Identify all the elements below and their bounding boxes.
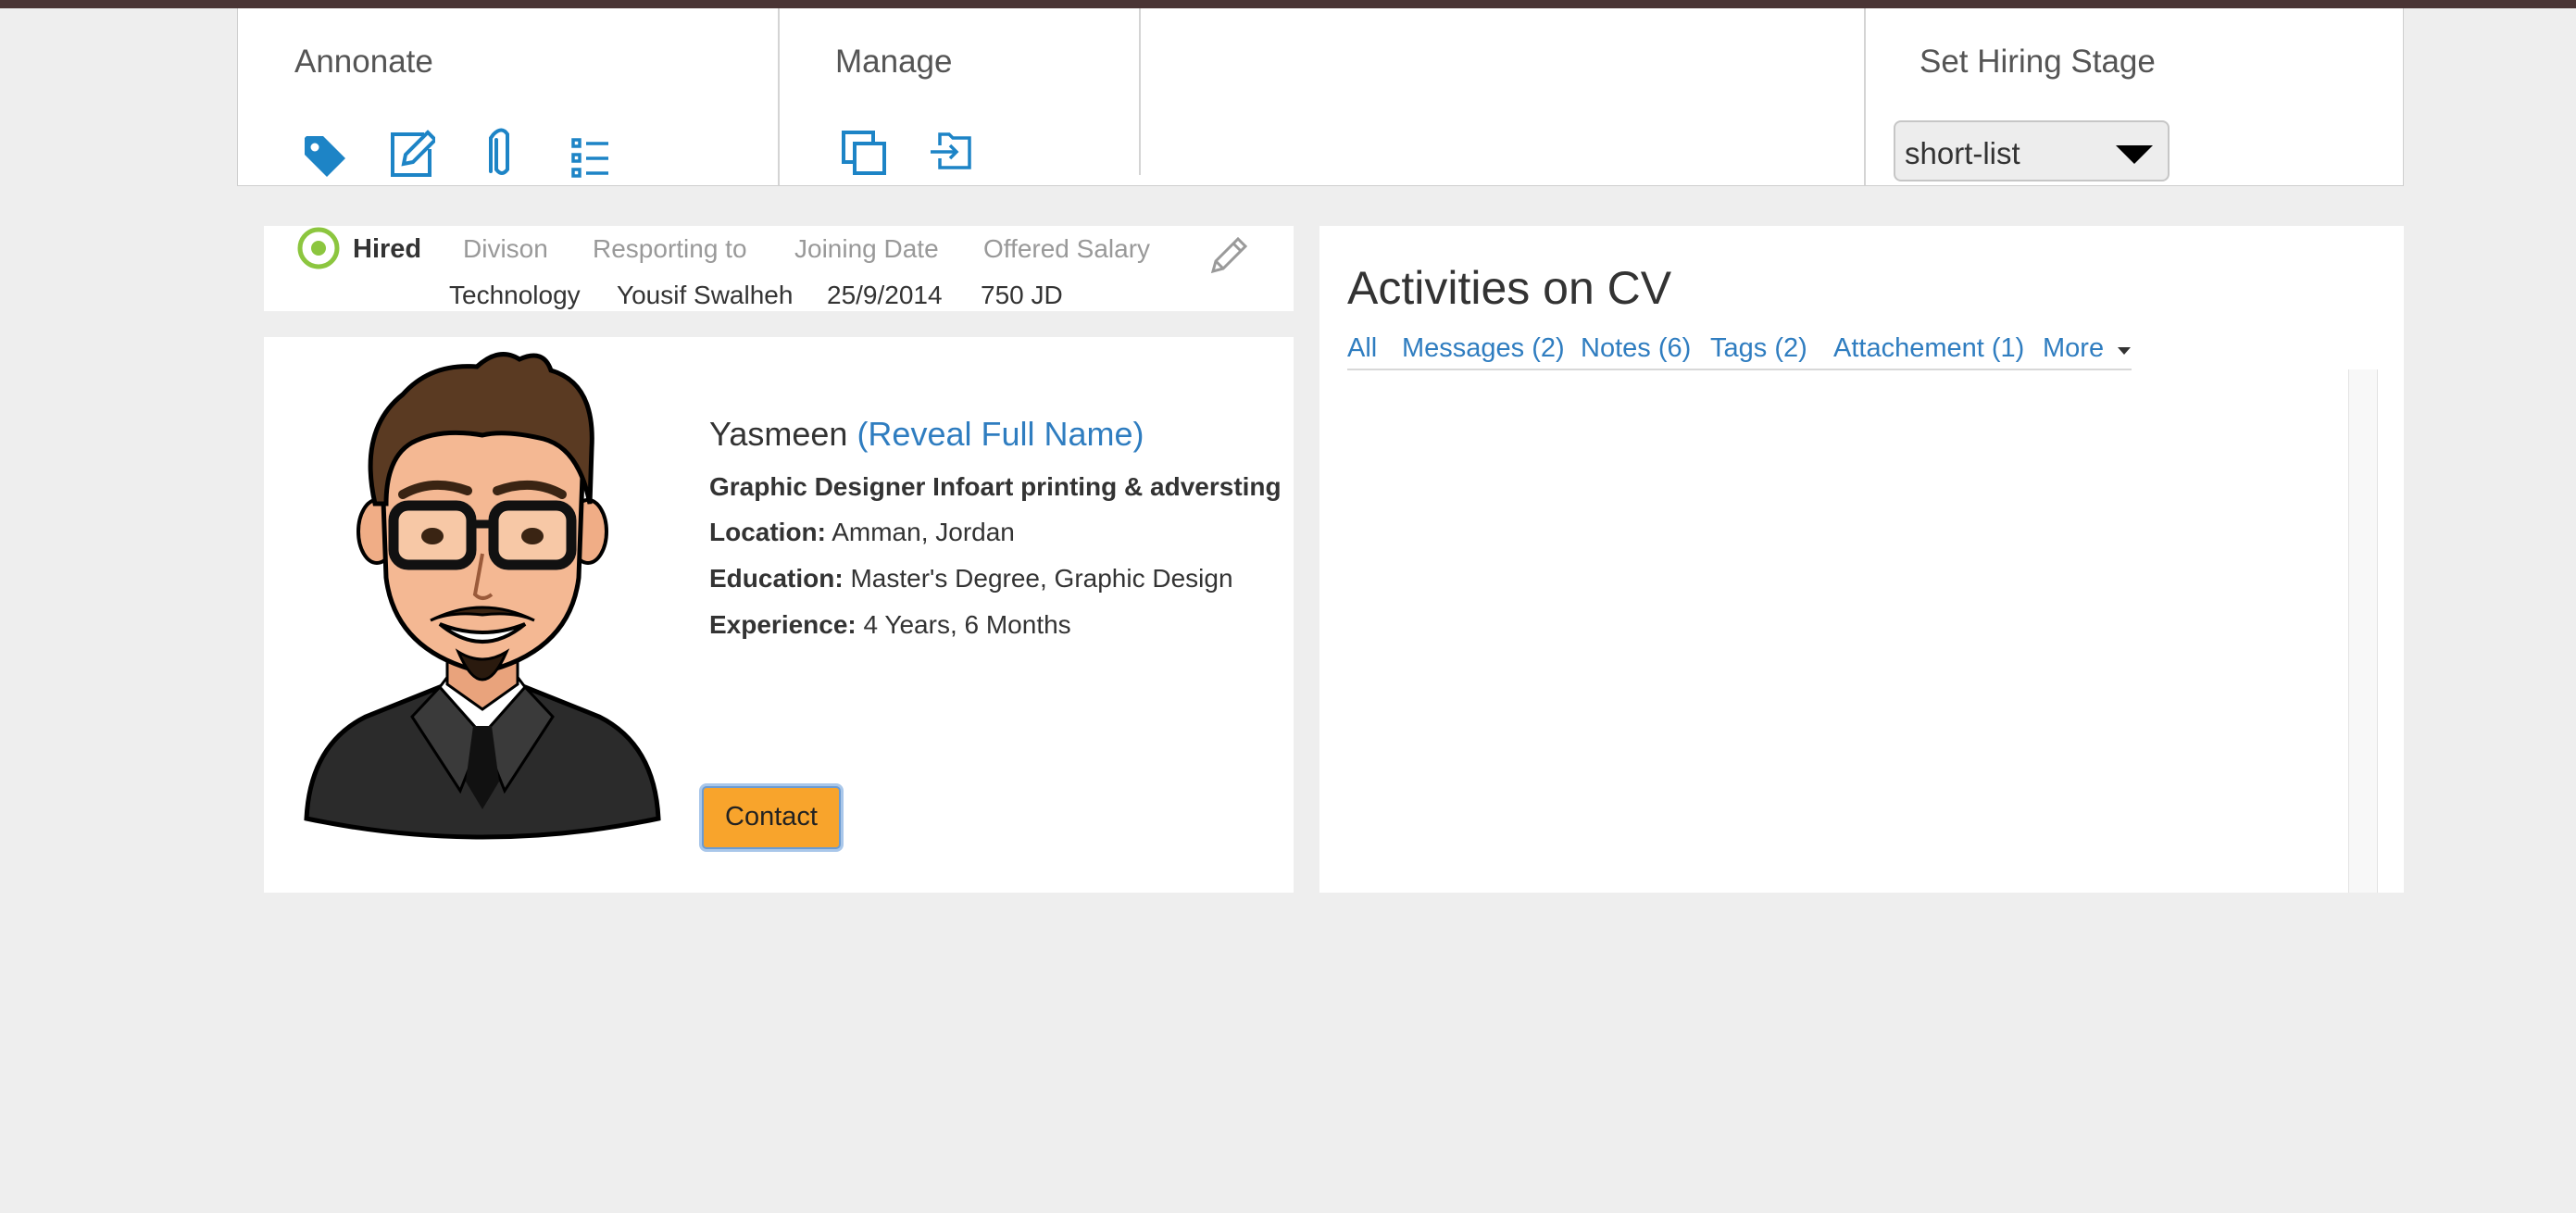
experience-label: Experience: xyxy=(709,610,857,639)
edit-note-icon[interactable] xyxy=(387,127,435,179)
toolbar-separator xyxy=(1139,8,1141,175)
hiring-stage-select[interactable]: short-list xyxy=(1894,120,2170,181)
experience-row: Experience: 4 Years, 6 Months xyxy=(709,610,1071,640)
copy-icon[interactable] xyxy=(840,127,888,179)
location-label: Location: xyxy=(709,518,826,546)
chevron-down-icon xyxy=(2116,145,2153,164)
education-row: Education: Master's Degree, Graphic Desi… xyxy=(709,564,1233,594)
division-header: Divison xyxy=(463,234,548,263)
activities-tab-bar: All Messages (2) Notes (6) Tags (2) Atta… xyxy=(1347,333,2132,370)
toolbar-separator xyxy=(778,8,780,185)
activities-title: Activities on CV xyxy=(1347,262,1672,314)
paperclip-icon[interactable] xyxy=(478,127,526,179)
top-strip xyxy=(0,0,2576,8)
contact-button[interactable]: Contact xyxy=(702,786,841,849)
tab-attachement[interactable]: Attachement (1) xyxy=(1833,333,2024,364)
division-value: Technology xyxy=(449,281,581,309)
manage-title: Manage xyxy=(835,44,953,80)
hiring-status-card: Hired Divison Resporting to Joining Date… xyxy=(264,226,1294,311)
action-toolbar: Annonate Manage Set Hiring Stage short-l… xyxy=(237,8,2404,186)
status-label: Hired xyxy=(353,234,422,264)
offered-salary-value: 750 JD xyxy=(981,281,1063,309)
experience-value: 4 Years, 6 Months xyxy=(863,610,1071,639)
location-value: Amman, Jordan xyxy=(832,518,1015,546)
education-label: Education: xyxy=(709,564,844,593)
candidate-name: Yasmeen (Reveal Full Name) xyxy=(709,415,1144,454)
annotate-title: Annonate xyxy=(294,44,433,80)
caret-down-icon[interactable] xyxy=(2118,347,2131,355)
hired-status-icon xyxy=(296,226,341,270)
reporting-to-header: Resporting to xyxy=(593,234,747,263)
activities-panel: Activities on CV All Messages (2) Notes … xyxy=(1319,226,2404,893)
pencil-icon[interactable] xyxy=(1207,234,1250,277)
tab-tags[interactable]: Tags (2) xyxy=(1710,333,1807,364)
education-value: Master's Degree, Graphic Design xyxy=(850,564,1233,593)
reveal-full-name-link[interactable]: (Reveal Full Name) xyxy=(857,415,1144,453)
tab-messages[interactable]: Messages (2) xyxy=(1402,333,1565,364)
candidate-first-name: Yasmeen xyxy=(709,415,848,453)
location-row: Location: Amman, Jordan xyxy=(709,518,1015,547)
toolbar-separator xyxy=(1864,8,1866,185)
move-to-folder-icon[interactable] xyxy=(929,127,977,179)
avatar xyxy=(301,346,664,846)
reporting-to-value: Yousif Swalheh xyxy=(617,281,794,309)
checklist-icon[interactable] xyxy=(569,132,618,184)
offered-salary-header: Offered Salary xyxy=(983,234,1151,263)
hiring-stage-title: Set Hiring Stage xyxy=(1919,44,2156,80)
candidate-title: Graphic Designer Infoart printing & adve… xyxy=(709,472,1282,501)
tag-icon[interactable] xyxy=(301,129,349,181)
tab-all[interactable]: All xyxy=(1347,333,1377,364)
joining-date-value: 25/9/2014 xyxy=(827,281,943,309)
tab-more[interactable]: More xyxy=(2043,333,2104,364)
hiring-stage-value: short-list xyxy=(1905,136,2020,170)
tab-notes[interactable]: Notes (6) xyxy=(1581,333,1691,364)
activities-scrollbar[interactable] xyxy=(2348,369,2378,893)
joining-date-header: Joining Date xyxy=(794,234,939,263)
candidate-profile-card: Yasmeen (Reveal Full Name) Graphic Desig… xyxy=(264,337,1294,893)
